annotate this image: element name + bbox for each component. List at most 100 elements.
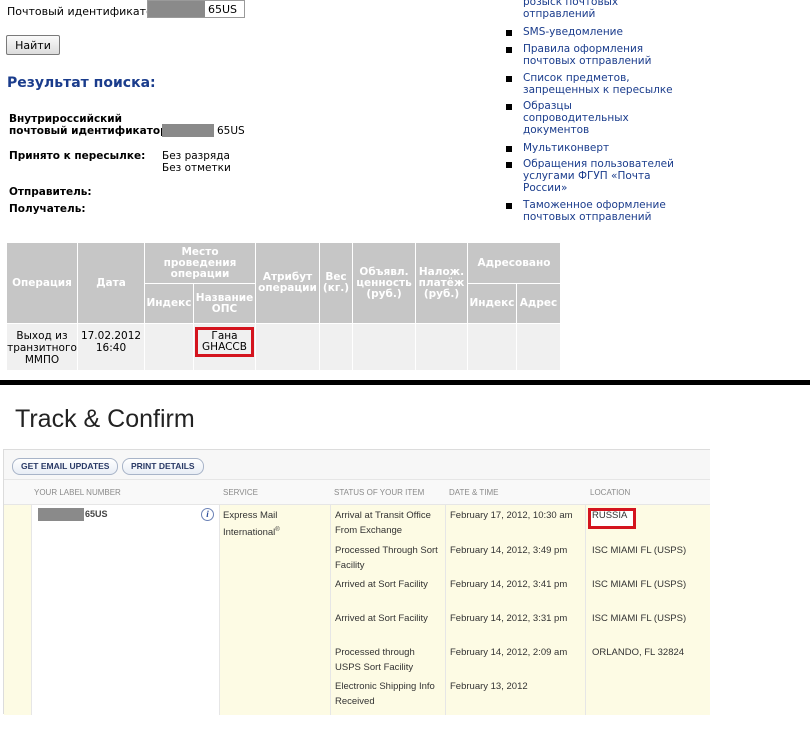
cell-line: 16:40: [95, 342, 127, 354]
link-search-mail[interactable]: розыск почтовых отправлений: [523, 0, 683, 20]
domestic-id-suffix: 65US: [217, 125, 245, 137]
link-line: Образцы: [523, 100, 572, 112]
link-user-appeals[interactable]: Обращения пользователей услугами ФГУП «П…: [523, 158, 683, 194]
event-location: ISC MIAMI FL (USPS): [592, 545, 687, 556]
link-line: Обращения пользователей: [523, 158, 674, 170]
event-status: Electronic Shipping Info Received: [335, 679, 443, 709]
cell-attribute: [255, 323, 320, 371]
col-location: LOCATION: [590, 488, 631, 497]
header-place: Место проведения операции: [144, 242, 256, 284]
accepted-label: Принято к пересылке:: [9, 150, 146, 162]
link-customs[interactable]: Таможенное оформление почтовых отправлен…: [523, 199, 683, 223]
link-line: отправлений: [523, 8, 596, 20]
event-datetime: February 14, 2012, 3:49 pm: [450, 545, 568, 556]
cell-declared-value: [352, 323, 416, 371]
domestic-id-label-1: Внутрироссийский: [9, 113, 123, 125]
cell-line: транзитного: [7, 342, 77, 354]
bullet-icon: [506, 104, 512, 110]
link-line: Таможенное оформление: [523, 199, 666, 211]
status-line: Electronic Shipping Info: [335, 681, 435, 692]
cell-addr-address: [516, 323, 561, 371]
link-line: почтовых отправлений: [523, 211, 652, 223]
cell-operation: Выход из транзитного ММПО: [6, 323, 78, 371]
cell-index: [144, 323, 194, 371]
operations-table: Операция Дата Место проведения операции …: [6, 242, 561, 371]
header-ops-name: Название ОПС: [193, 283, 256, 324]
bullet-icon: [506, 162, 512, 168]
info-icon[interactable]: i: [201, 508, 214, 521]
link-prohibited[interactable]: Список предметов, запрещенных к пересылк…: [523, 72, 683, 96]
event-location: ISC MIAMI FL (USPS): [592, 613, 687, 624]
status-line: Facility: [335, 560, 365, 571]
status-line: Received: [335, 696, 375, 707]
print-details-button[interactable]: PRINT DETAILS: [122, 458, 204, 475]
cell-date: 17.02.2012 16:40: [77, 323, 145, 371]
column-divider: [445, 505, 446, 715]
cell-line: ММПО: [24, 354, 60, 366]
email-updates-button[interactable]: GET EMAIL UPDATES: [12, 458, 119, 475]
column-divider: [330, 505, 331, 715]
redacted-block: [38, 508, 84, 521]
col-label-number: YOUR LABEL NUMBER: [34, 488, 121, 497]
col-date-time: DATE & TIME: [449, 488, 499, 497]
header-line: (руб.): [366, 287, 402, 300]
event-location: RUSSIA: [592, 510, 628, 521]
column-divider: [585, 505, 586, 715]
link-line: розыск почтовых: [523, 0, 619, 8]
russian-post-panel: Почтовый идентификатор: 65US Найти Резул…: [0, 0, 810, 380]
highlight-box: Гана GHACCB: [195, 327, 254, 357]
event-datetime: February 17, 2012, 10:30 am: [450, 510, 573, 521]
event-status: Processed Through Sort Facility: [335, 543, 443, 573]
header-line: (руб.): [423, 287, 460, 300]
header-declared-value: Объявл. ценность (руб.): [352, 242, 416, 324]
sender-label: Отправитель:: [9, 186, 92, 198]
bullet-icon: [506, 30, 512, 36]
redacted-block: [162, 124, 214, 137]
link-sms[interactable]: SMS-уведомление: [523, 26, 683, 38]
domestic-id-label-2: почтовый идентификатор:: [9, 125, 172, 137]
event-location: ISC MIAMI FL (USPS): [592, 579, 687, 590]
tracking-id-input[interactable]: 65US: [147, 0, 245, 18]
header-index: Индекс: [144, 283, 194, 324]
header-line: ОПС: [211, 302, 238, 315]
link-line: запрещенных к пересылке: [523, 84, 673, 96]
tracking-panel: GET EMAIL UPDATES PRINT DETAILS YOUR LAB…: [3, 449, 710, 715]
page-title: Track & Confirm: [15, 405, 195, 433]
redacted-block: [148, 1, 205, 17]
tracking-id-label: Почтовый идентификатор:: [7, 5, 164, 18]
column-headers: YOUR LABEL NUMBER SERVICE STATUS OF YOUR…: [4, 480, 710, 505]
bullet-icon: [506, 146, 512, 152]
cell-line: GHACCB: [202, 341, 247, 353]
event-status: Processed through USPS Sort Facility: [335, 645, 443, 675]
status-line: Processed Through Sort: [335, 545, 438, 556]
cell-ops-name: Гана GHACCB: [193, 323, 256, 371]
status-line: Processed through: [335, 647, 415, 658]
find-button[interactable]: Найти: [6, 35, 60, 55]
table-row: Выход из транзитного ММПО 17.02.2012 16:…: [6, 323, 561, 371]
status-line: From Exchange: [335, 525, 403, 536]
header-cod: Налож. платёж (руб.): [415, 242, 468, 324]
header-addr-index: Индекс: [467, 283, 517, 324]
divider: [0, 380, 810, 385]
link-line: Правила оформления: [523, 43, 644, 55]
link-samples[interactable]: Образцы сопроводительных документов: [523, 100, 683, 136]
event-status: Arrival at Transit Office From Exchange: [335, 508, 443, 538]
header-date: Дата: [77, 242, 145, 324]
link-line: сопроводительных: [523, 112, 629, 124]
link-line: Список предметов,: [523, 72, 630, 84]
header-line: операции: [170, 267, 230, 280]
event-datetime: February 13, 2012: [450, 681, 528, 692]
link-line: услугами ФГУП «Почта: [523, 170, 651, 182]
link-rules[interactable]: Правила оформления почтовых отправлений: [523, 43, 683, 67]
service-line: Express Mail: [223, 510, 278, 521]
cell-weight: [319, 323, 353, 371]
search-result-title: Результат поиска:: [7, 75, 156, 91]
cell-line: 17.02.2012: [80, 330, 142, 342]
label-number: 65US: [85, 509, 108, 519]
action-bar: GET EMAIL UPDATES PRINT DETAILS: [4, 450, 710, 480]
tracking-body: 65US i Express Mail International® Arriv…: [4, 505, 710, 715]
header-operation: Операция: [6, 242, 78, 324]
service-line: International: [223, 527, 276, 539]
link-multienvelope[interactable]: Мультиконверт: [523, 142, 683, 154]
service-name: Express Mail International®: [223, 509, 323, 540]
